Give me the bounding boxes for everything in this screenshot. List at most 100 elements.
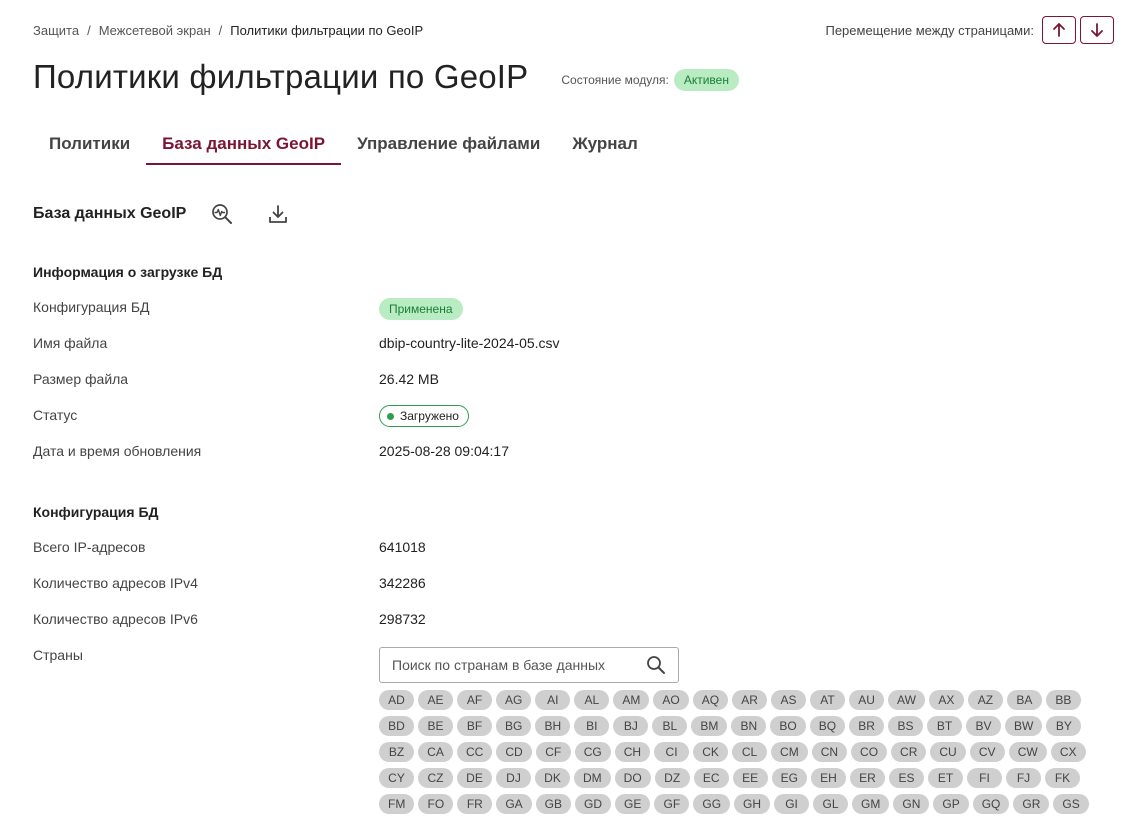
country-chip[interactable]: CX [1050,742,1086,762]
tab-log[interactable]: Журнал [556,124,654,163]
country-chip[interactable]: CN [811,742,848,762]
country-chip[interactable]: BG [496,716,532,736]
breadcrumb-item-firewall[interactable]: Межсетевой экран [99,23,211,38]
country-chip[interactable]: AX [928,690,964,710]
country-chip[interactable]: GN [893,794,930,814]
country-chip[interactable]: FR [457,794,493,814]
country-chip[interactable]: EE [732,768,768,788]
country-chip[interactable]: GP [933,794,969,814]
country-chip[interactable]: DJ [496,768,531,788]
country-chip[interactable]: CV [969,742,1005,762]
breadcrumb-item-protection[interactable]: Защита [33,23,79,38]
country-chip[interactable]: GQ [972,794,1010,814]
country-chip[interactable]: CC [457,742,493,762]
country-chip[interactable]: ES [889,768,925,788]
country-chip[interactable]: AT [810,690,846,710]
country-chip[interactable]: CG [574,742,611,762]
country-chip[interactable]: AI [535,690,571,710]
country-chip[interactable]: AM [613,690,650,710]
country-chip[interactable]: BO [770,716,806,736]
country-chip[interactable]: DK [535,768,570,788]
country-chip[interactable]: DO [614,768,651,788]
country-chip[interactable]: CF [535,742,571,762]
country-chip[interactable]: CU [930,742,966,762]
country-chip[interactable]: BD [379,716,414,736]
country-chip[interactable]: BT [927,716,963,736]
country-chip[interactable]: AZ [967,690,1003,710]
country-chip[interactable]: DE [457,768,492,788]
country-chip[interactable]: BL [652,716,688,736]
country-chip[interactable]: BB [1045,690,1081,710]
country-chip[interactable]: BM [691,716,728,736]
country-chip[interactable]: FI [967,768,1003,788]
country-chip[interactable]: CA [418,742,453,762]
country-chip[interactable]: CL [732,742,768,762]
country-chip[interactable]: AS [771,690,807,710]
country-chip[interactable]: CY [379,768,414,788]
country-chip[interactable]: BQ [809,716,846,736]
country-chip[interactable]: BN [731,716,767,736]
country-chip[interactable]: FO [418,794,454,814]
country-chip[interactable]: ET [928,768,964,788]
country-chip[interactable]: BI [574,716,610,736]
country-chip[interactable]: AL [574,690,610,710]
country-search-input[interactable] [380,648,652,682]
country-chip[interactable]: BZ [379,742,414,762]
country-chip[interactable]: CK [693,742,729,762]
tab-file-management[interactable]: Управление файлами [341,124,556,163]
country-chip[interactable]: GB [535,794,572,814]
country-chip[interactable]: AQ [692,690,729,710]
country-chip[interactable]: CI [654,742,690,762]
country-chip[interactable]: GD [575,794,612,814]
country-chip[interactable]: EC [693,768,729,788]
country-chip[interactable]: GA [496,794,532,814]
country-chip[interactable]: FJ [1006,768,1042,788]
country-chip[interactable]: AR [732,690,768,710]
country-chip[interactable]: GM [852,794,890,814]
country-chip[interactable]: AD [379,690,414,710]
search-icon[interactable] [646,655,666,675]
country-chip[interactable]: BH [535,716,571,736]
country-chip[interactable]: BA [1006,690,1042,710]
country-chip[interactable]: CO [851,742,888,762]
country-chip[interactable]: EG [771,768,808,788]
country-chip[interactable]: FK [1045,768,1081,788]
country-chip[interactable]: GR [1013,794,1050,814]
country-chip[interactable]: BR [849,716,885,736]
country-chip[interactable]: CZ [418,768,453,788]
country-chip[interactable]: AG [496,690,532,710]
country-chip[interactable]: AW [888,690,925,710]
country-chip[interactable]: BE [418,716,453,736]
country-chip[interactable]: AO [653,690,689,710]
country-chip[interactable]: GH [734,794,771,814]
country-chip[interactable]: CR [891,742,927,762]
country-chip[interactable]: GI [774,794,810,814]
country-chip[interactable]: BF [457,716,492,736]
country-chip[interactable]: DZ [654,768,690,788]
tab-geoip-database[interactable]: База данных GeoIP [146,124,342,165]
country-chip[interactable]: GF [654,794,690,814]
country-chip[interactable]: CH [614,742,651,762]
country-chip[interactable]: BY [1046,716,1082,736]
country-chip[interactable]: AE [418,690,453,710]
country-chip[interactable]: GE [615,794,651,814]
country-chip[interactable]: BV [966,716,1002,736]
country-chip[interactable]: EH [811,768,847,788]
inspect-database-button[interactable] [208,200,236,228]
country-chip[interactable]: AF [457,690,492,710]
download-database-button[interactable] [264,200,292,228]
country-chip[interactable]: BW [1005,716,1043,736]
next-page-button[interactable] [1080,16,1114,44]
country-chip[interactable]: CW [1008,742,1047,762]
tab-policies[interactable]: Политики [33,124,146,163]
country-chip[interactable]: FM [379,794,415,814]
previous-page-button[interactable] [1042,16,1076,44]
country-chip[interactable]: DM [574,768,611,788]
country-chip[interactable]: GS [1053,794,1089,814]
country-chip[interactable]: GL [813,794,849,814]
country-chip[interactable]: BJ [613,716,649,736]
country-chip[interactable]: BS [888,716,924,736]
country-chip[interactable]: ER [850,768,886,788]
country-chip[interactable]: AU [849,690,885,710]
country-chip[interactable]: CD [496,742,532,762]
